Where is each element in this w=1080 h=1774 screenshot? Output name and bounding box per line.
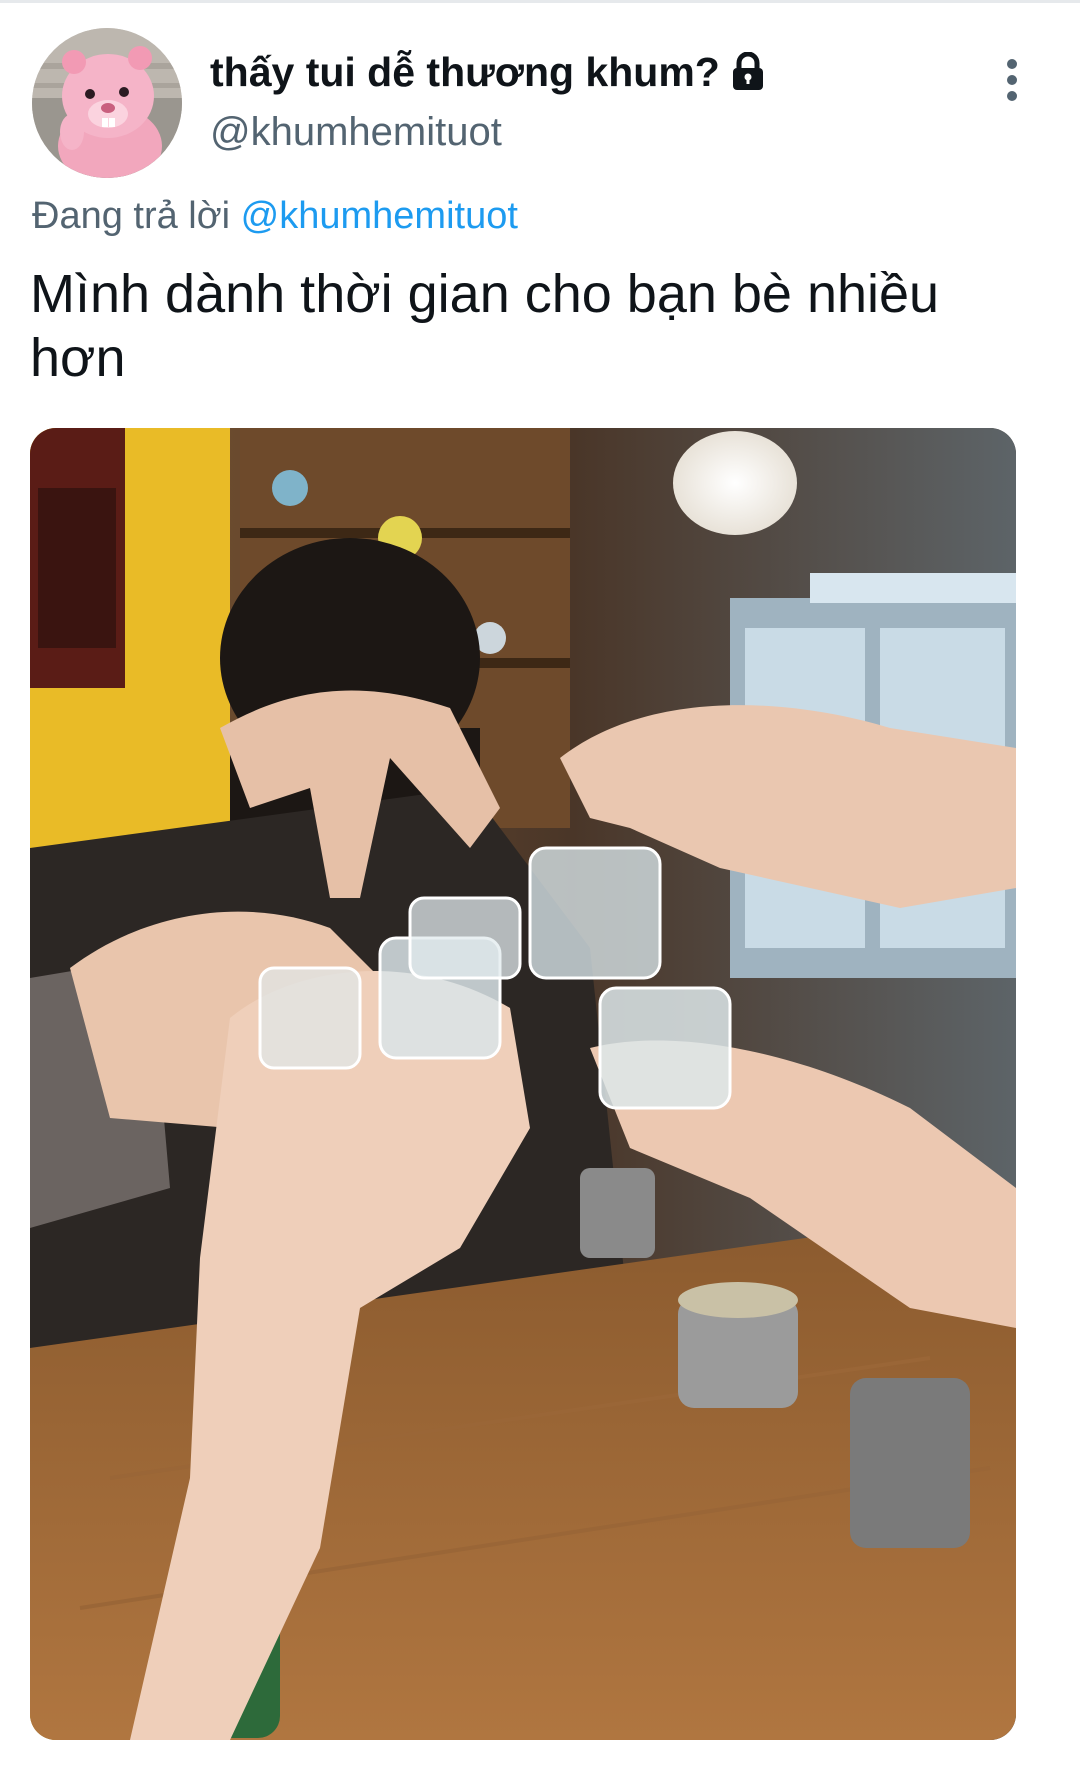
author-avatar[interactable] — [32, 28, 182, 178]
more-vertical-icon — [1007, 59, 1017, 101]
more-options-button[interactable] — [990, 50, 1034, 110]
lock-icon — [732, 52, 763, 90]
pink-beaver-avatar-icon — [32, 28, 182, 178]
author-name-row: thấy tui dễ thương khum? — [210, 44, 766, 100]
tweet-text: Mình dành thời gian cho bạn bè nhiều hơn — [30, 264, 940, 388]
reply-context-prefix: Đang trả lời — [32, 195, 231, 237]
author-display-name[interactable]: thấy tui dễ thương khum? — [210, 49, 720, 96]
tweet: thấy tui dễ thương khum? @khumhemituot Đ… — [0, 0, 1080, 1774]
reply-mention-link[interactable]: @khumhemituot — [241, 195, 518, 237]
tweet-photo[interactable] — [30, 428, 1016, 1740]
author-handle[interactable]: @khumhemituot — [210, 110, 502, 155]
reply-context: Đang trả lời @khumhemituot — [32, 195, 518, 238]
photo-illustration — [30, 428, 1016, 1740]
